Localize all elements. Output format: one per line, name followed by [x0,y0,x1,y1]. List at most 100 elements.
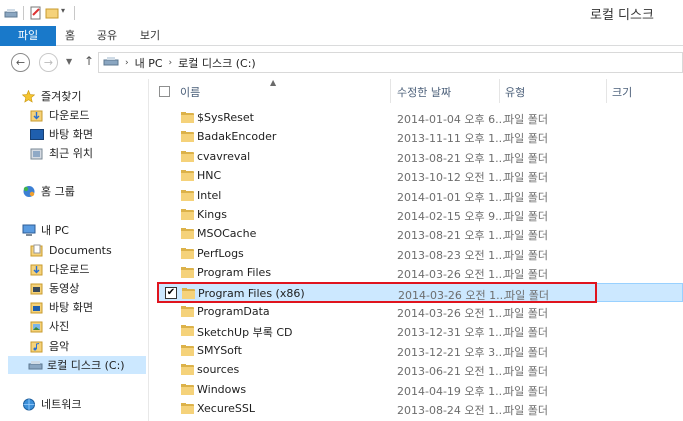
table-row[interactable]: BadakEncoder 2013-11-11 오후 1... 파일 폴더 [157,127,683,146]
breadcrumb-local-disk[interactable]: 로컬 디스크 (C:) [178,55,256,71]
table-row[interactable]: sources 2013-06-21 오전 1... 파일 폴더 [157,360,683,379]
table-row[interactable]: SketchUp 부록 CD 2013-12-31 오후 1... 파일 폴더 [157,321,683,340]
breadcrumb-separator-icon[interactable]: › [125,58,129,68]
pane-divider[interactable] [148,79,149,421]
sidebar-item-videos[interactable]: 동영상 [30,279,79,297]
sidebar-item-label: 다운로드 [49,263,90,276]
sidebar-item-downloads-pc[interactable]: 다운로드 [30,260,89,278]
sidebar-item-favorites[interactable]: 즐겨찾기 [21,87,81,105]
folder-icon [181,189,194,201]
sidebar-item-homegroup[interactable]: 홈 그룹 [22,182,75,200]
file-name[interactable]: sources [197,363,239,376]
file-type: 파일 폴더 [504,248,548,262]
sidebar-item-music[interactable]: 음악 [30,337,69,355]
table-row[interactable]: MSOCache 2013-08-21 오후 1... 파일 폴더 [157,224,683,243]
tab-view[interactable]: 보기 [135,26,165,46]
sidebar-item-recent[interactable]: 최근 위치 [30,144,93,162]
address-bar[interactable]: › 내 PC › 로컬 디스크 (C:) [98,52,683,73]
file-name[interactable]: SketchUp 부록 CD [197,324,292,340]
network-icon [22,398,36,411]
folder-icon [181,306,194,317]
column-header-size[interactable]: 크기 [612,84,632,100]
file-name[interactable]: MSOCache [197,227,256,240]
sidebar-item-label: 음악 [49,340,70,353]
table-row[interactable]: Kings 2014-02-15 오후 9... 파일 폴더 [157,205,683,224]
file-name[interactable]: XecureSSL [197,402,255,415]
drive-icon[interactable] [4,6,18,20]
table-row[interactable]: PerfLogs 2013-08-23 오전 1... 파일 폴더 [157,244,683,263]
select-all-checkbox[interactable] [159,86,170,97]
download-folder-icon [30,263,44,276]
folder-icon [181,150,194,162]
file-type: 파일 폴더 [504,268,548,282]
pictures-icon [30,320,44,333]
sidebar-item-local-disk[interactable]: 로컬 디스크 (C:) [8,356,146,374]
column-header-name[interactable]: 이름 [180,84,200,100]
column-header-date[interactable]: 수정한 날짜 [397,84,451,100]
file-date: 2013-12-21 오후 3... [397,345,506,359]
file-name[interactable]: PerfLogs [197,247,244,260]
sidebar-item-label: 내 PC [41,224,69,237]
file-name[interactable]: BadakEncoder [197,130,276,143]
file-date: 2014-03-26 오전 1... [397,268,506,282]
file-name[interactable]: SMYSoft [197,344,242,357]
sidebar-item-documents[interactable]: Documents [30,241,112,259]
folder-icon [181,403,194,414]
back-button[interactable]: ← [11,53,30,72]
table-row[interactable]: cvavreval 2013-08-21 오후 1... 파일 폴더 [157,147,683,166]
file-name[interactable]: Windows [197,383,246,396]
up-arrow-icon[interactable]: ↑ [84,54,94,68]
sidebar-item-pictures[interactable]: 사진 [30,317,69,335]
desktop-icon [30,128,44,141]
folder-icon [181,209,194,220]
table-row[interactable]: ProgramData 2014-03-26 오전 1... 파일 폴더 [157,302,683,321]
table-row[interactable]: Windows 2014-04-19 오후 1... 파일 폴더 [157,380,683,399]
table-row[interactable]: Program Files 2014-03-26 오전 1... 파일 폴더 [157,263,683,282]
quick-access-toolbar: ▾ [4,5,78,21]
tab-file[interactable]: 파일 [0,26,56,46]
table-row[interactable]: $SysReset 2014-01-04 오후 6... 파일 폴더 [157,108,683,127]
properties-icon[interactable] [29,6,43,20]
desktop-icon [30,301,44,314]
breadcrumb-separator-icon[interactable]: › [169,58,173,68]
table-row[interactable]: SMYSoft 2013-12-21 오후 3... 파일 폴더 [157,341,683,360]
sidebar-item-network[interactable]: 네트워크 [22,395,81,413]
file-date: 2013-08-21 오후 1... [397,229,506,243]
column-divider[interactable] [390,79,391,103]
annotation-highlight-box [157,282,597,303]
column-divider[interactable] [606,79,607,103]
new-folder-icon[interactable] [45,6,59,20]
table-row[interactable]: HNC 2013-10-12 오전 1... 파일 폴더 [157,166,683,185]
recent-locations-dropdown-icon[interactable]: ▼ [66,57,72,66]
file-type: 파일 폴더 [504,384,548,398]
documents-icon [30,244,44,257]
column-header-type[interactable]: 유형 [505,84,525,100]
customize-toolbar-icon[interactable]: ▾ [61,6,69,20]
column-divider[interactable] [499,79,500,103]
file-name[interactable]: Kings [197,208,227,221]
file-date: 2013-08-24 오전 1... [397,404,506,417]
sidebar-item-label: 홈 그룹 [41,185,75,198]
file-name[interactable]: $SysReset [197,111,254,124]
forward-button[interactable]: → [39,53,58,72]
file-name[interactable]: HNC [197,169,221,182]
tab-share[interactable]: 공유 [92,26,122,46]
file-name[interactable]: Program Files [197,266,271,279]
file-type: 파일 폴더 [504,229,548,243]
tab-home[interactable]: 홈 [58,26,82,46]
file-name[interactable]: cvavreval [197,150,250,163]
table-row[interactable]: XecureSSL 2013-08-24 오전 1... 파일 폴더 [157,399,683,418]
sidebar-item-label: 네트워크 [41,398,82,411]
folder-icon [181,325,194,337]
file-name[interactable]: ProgramData [197,305,270,318]
sidebar-item-label: 로컬 디스크 (C:) [47,359,125,372]
sidebar-item-label: 동영상 [49,282,80,295]
sidebar-item-desktop[interactable]: 바탕 화면 [30,125,93,143]
recent-places-icon [30,147,44,160]
breadcrumb-this-pc[interactable]: 내 PC [135,55,163,71]
sidebar-item-this-pc[interactable]: 내 PC [22,221,69,239]
sidebar-item-desktop-pc[interactable]: 바탕 화면 [30,298,93,316]
file-name[interactable]: Intel [197,189,221,202]
table-row[interactable]: Intel 2014-01-01 오후 1... 파일 폴더 [157,186,683,205]
sidebar-item-downloads[interactable]: 다운로드 [30,106,89,124]
